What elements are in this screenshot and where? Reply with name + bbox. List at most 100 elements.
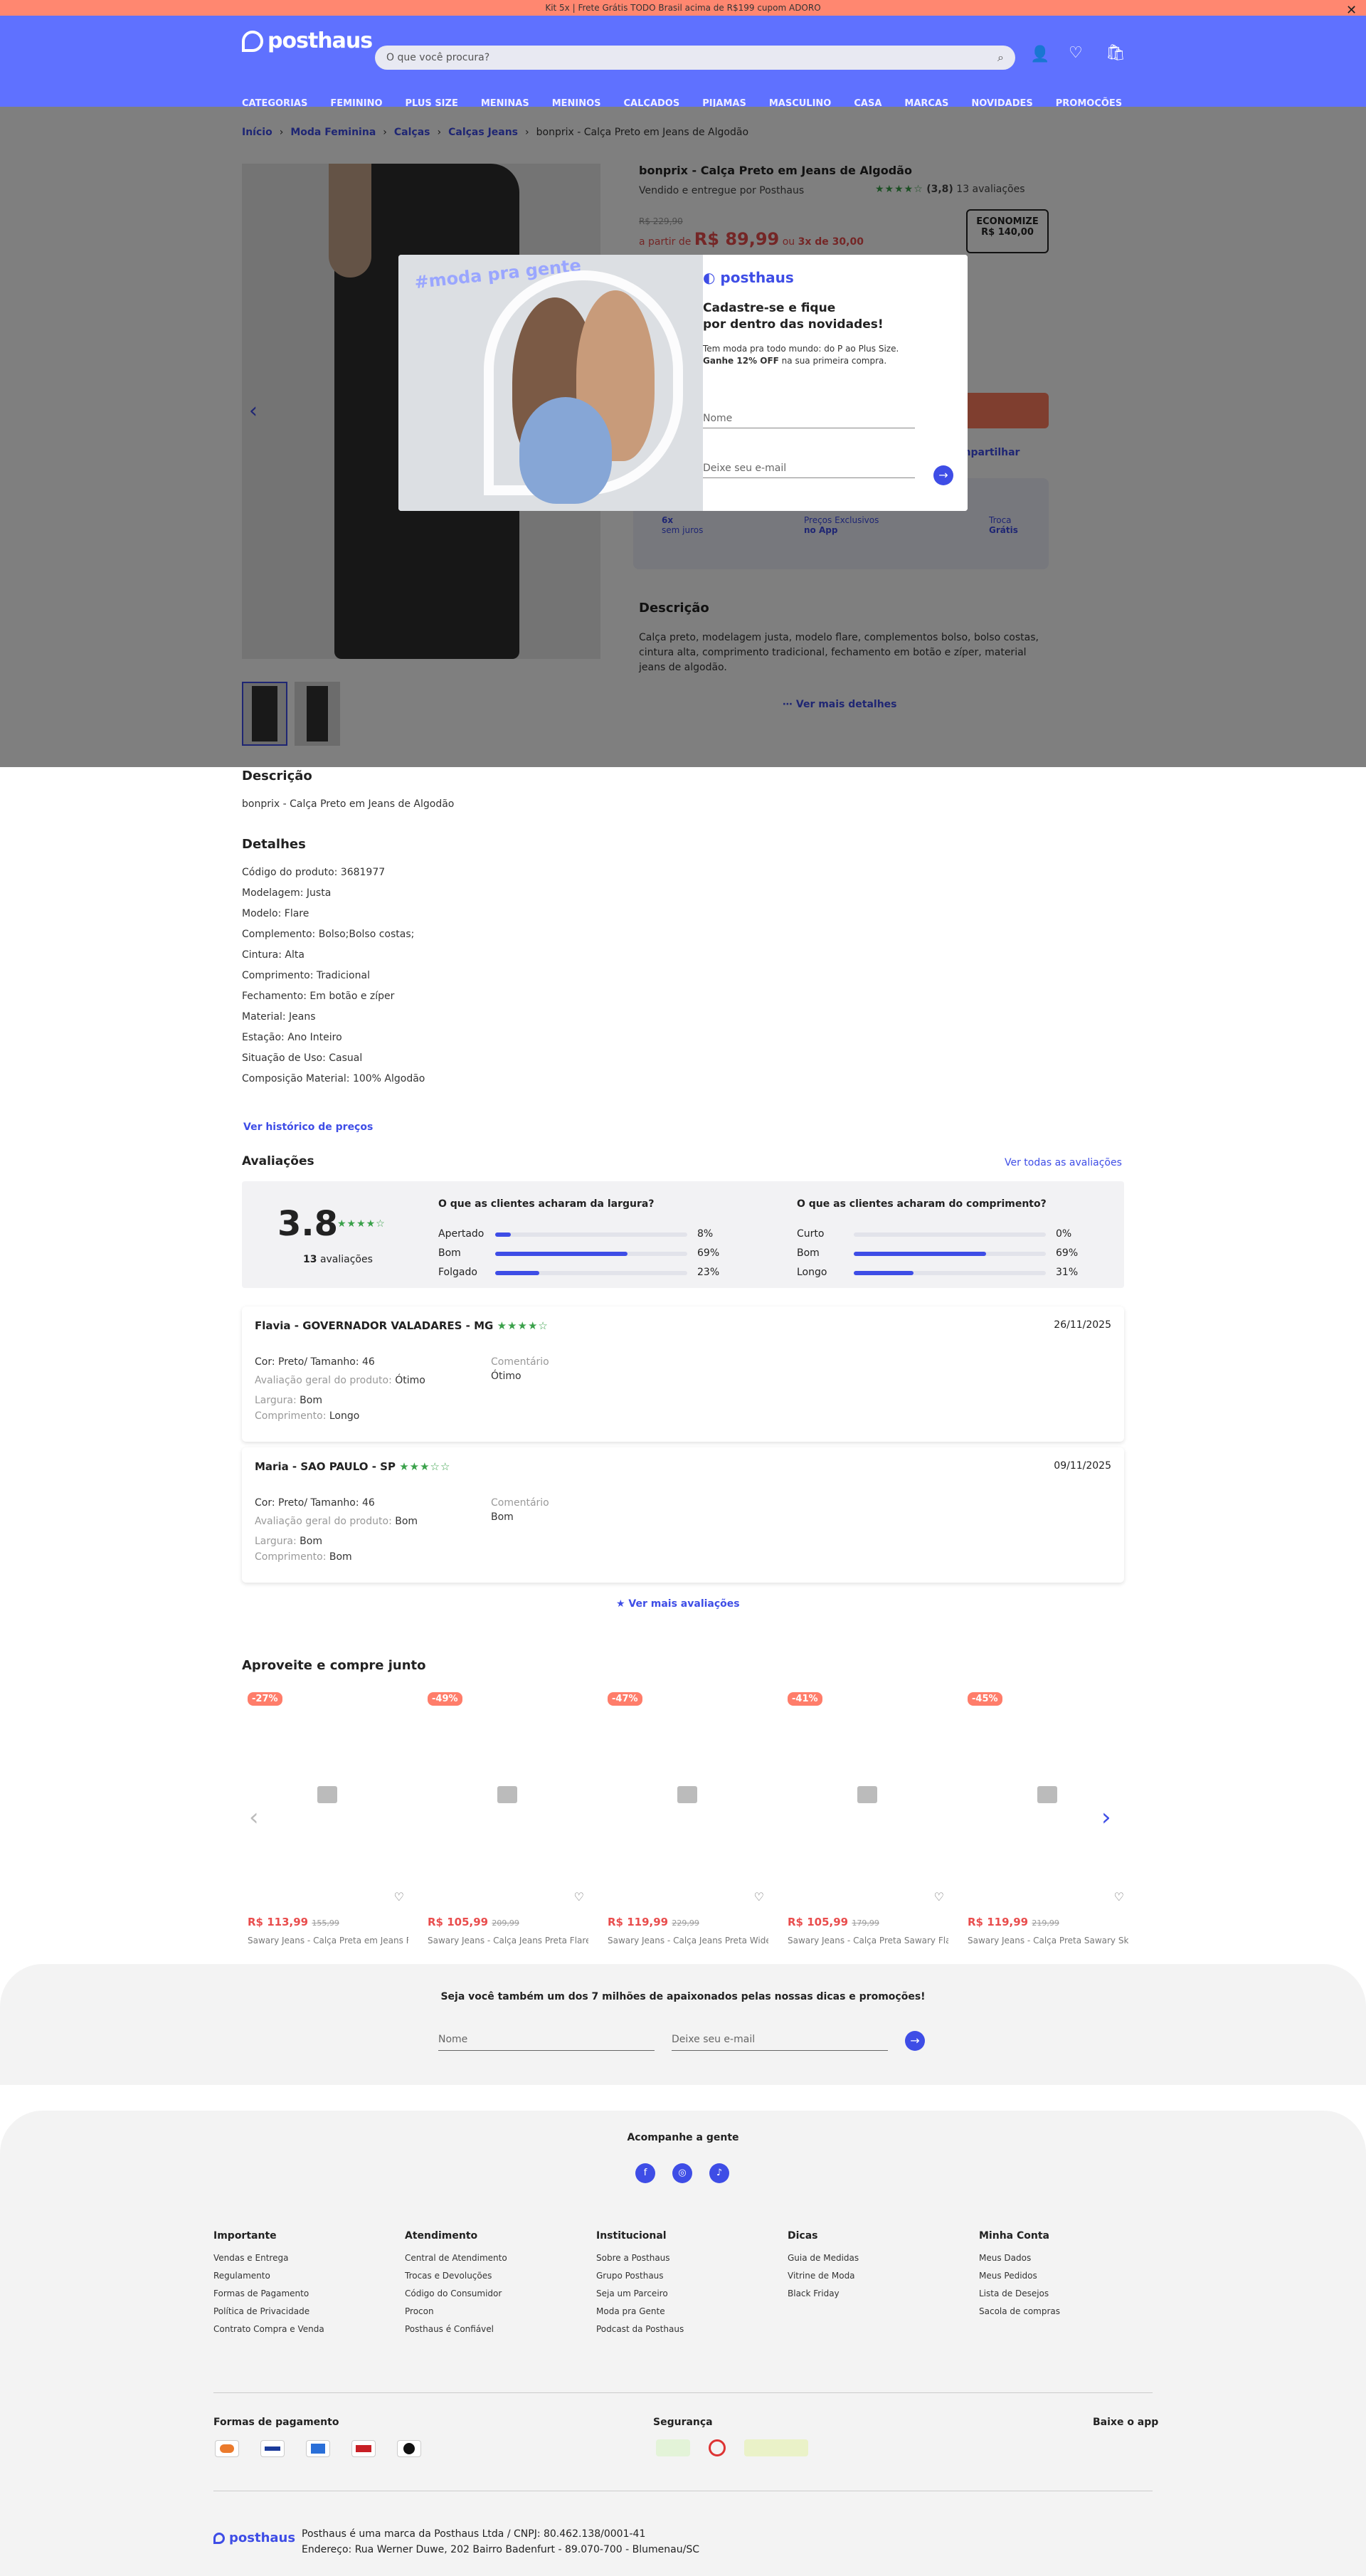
modal-close-icon[interactable]: ✕ [1346,3,1357,18]
newsletter-submit-button[interactable]: → [905,2031,925,2051]
card-old-price: 219,99 [1032,1918,1059,1928]
site-logo[interactable]: posthaus [242,28,373,53]
bag-icon[interactable]: 🛍 [1106,44,1126,62]
footer-link[interactable]: Procon [405,2306,507,2316]
product-card-image[interactable] [962,1686,1133,1907]
footer-link[interactable]: Formas de Pagamento [213,2289,324,2298]
product-card-image[interactable] [242,1686,413,1907]
width-pct: 8% [697,1228,714,1240]
footer-link[interactable]: Contrato Compra e Venda [213,2324,324,2334]
tiktok-icon[interactable]: ♪ [709,2163,729,2183]
product-card-name[interactable]: Sawary Jeans - Calça Jeans Preta Wide [608,1936,768,1946]
footer-link[interactable]: Meus Pedidos [979,2271,1060,2281]
width-label: Folgado [438,1267,477,1278]
more-reviews-link[interactable]: ★ Ver mais avaliações [616,1598,740,1610]
footer-column-title: Importante [213,2230,277,2242]
product-card-name[interactable]: Sawary Jeans - Calça Preta Sawary Skinny [968,1936,1128,1946]
logo-mark-icon [242,30,263,52]
modal-name-input[interactable]: Nome [703,406,915,428]
wishlist-heart-icon[interactable]: ♡ [574,1890,584,1904]
footer-column-title: Atendimento [405,2230,478,2242]
product-card-name[interactable]: Sawary Jeans - Calça Preta em Jeans Flar… [248,1936,408,1946]
image-placeholder-icon [317,1786,337,1803]
modal-submit-button[interactable]: → [933,465,953,485]
signup-modal: #moda pra gente ◐ posthaus Cadastre-se e… [398,255,968,511]
wishlist-heart-icon[interactable]: ♡ [754,1890,764,1904]
footer-link[interactable]: Posthaus é Confiável [405,2324,507,2334]
footer-logo[interactable]: posthaus [213,2530,295,2545]
wishlist-heart-icon[interactable]: ♡ [934,1890,944,1904]
length-pct: 31% [1056,1267,1079,1278]
newsletter-email-input[interactable]: Deixe seu e-mail [672,2029,888,2051]
review-length: Comprimento: Longo [255,1410,359,1422]
price-history-link[interactable]: Ver histórico de preços [243,1121,373,1133]
search-input[interactable]: O que você procura? [386,52,997,63]
footer-link[interactable]: Seja um Parceiro [596,2289,684,2298]
detail-item: Situação de Uso: Casual [242,1052,363,1064]
product-card-image[interactable] [422,1686,593,1907]
product-card[interactable]: -41% ♡ R$ 105,99 179,99 Sawary Jeans - Calç… [782,1686,953,1957]
review-card: Flavia - GOVERNADOR VALADARES - MG ★★★★☆… [242,1307,1124,1442]
wishlist-heart-icon[interactable]: ♡ [1114,1890,1124,1904]
card-old-price: 209,99 [492,1918,519,1928]
search-bar[interactable]: O que você procura? ⌕ [375,46,1015,70]
footer-link[interactable]: Black Friday [788,2289,859,2298]
product-card-image[interactable] [602,1686,773,1907]
see-all-reviews-link[interactable]: Ver todas as avaliações [1005,1157,1122,1168]
length-pct: 69% [1056,1247,1079,1259]
footer-link[interactable]: Política de Privacidade [213,2306,324,2316]
detail-item: Comprimento: Tradicional [242,970,370,981]
modal-email-input[interactable]: Deixe seu e-mail [703,455,915,478]
footer-link[interactable]: Regulamento [213,2271,324,2281]
product-card-name[interactable]: Sawary Jeans - Calça Jeans Preta Flare [428,1936,588,1946]
product-card-name[interactable]: Sawary Jeans - Calça Preta Sawary Flare [788,1936,948,1946]
detail-item: Modelagem: Justa [242,887,332,899]
footer-link[interactable]: Trocas e Devoluções [405,2271,507,2281]
product-card[interactable]: -47% ♡ R$ 119,99 229,99 Sawary Jeans - Calç… [602,1686,773,1957]
amex-icon [306,2440,330,2457]
footer-link[interactable]: Vendas e Entrega [213,2253,324,2263]
rating-count-label: avaliações [319,1254,373,1265]
review-overall-value: Bom [395,1516,418,1527]
footer-link[interactable]: Central de Atendimento [405,2253,507,2263]
review-overall: Avaliação geral do produto: Bom [255,1516,418,1527]
footer-link[interactable]: Guia de Medidas [788,2253,859,2263]
carousel-prev-arrow-icon[interactable]: ‹ [249,1803,259,1832]
user-icon[interactable]: 👤 [1030,46,1049,63]
newsletter-name-input[interactable]: Nome [438,2029,655,2051]
product-card-price: R$ 113,99 155,99 [248,1916,339,1928]
security-title: Segurança [653,2417,713,2428]
footer-link[interactable]: Grupo Posthaus [596,2271,684,2281]
footer-link[interactable]: Podcast da Posthaus [596,2324,684,2334]
footer-link[interactable]: Lista de Desejos [979,2289,1060,2298]
visa-icon [260,2440,285,2457]
footer-link[interactable]: Moda pra Gente [596,2306,684,2316]
footer-link[interactable]: Meus Dados [979,2253,1060,2263]
review-stars-icon: ★★★★☆ [497,1319,549,1332]
product-card[interactable]: -49% ♡ R$ 105,99 209,99 Sawary Jeans - Calç… [422,1686,593,1957]
elo-icon [397,2440,421,2457]
product-card[interactable]: -27% ♡ R$ 113,99 155,99 Sawary Jeans - Calç… [242,1686,413,1957]
product-card-image[interactable] [782,1686,953,1907]
wishlist-heart-icon[interactable]: ♡ [394,1890,404,1904]
width-pct: 69% [697,1247,720,1259]
footer-link[interactable]: Vitrine de Moda [788,2271,859,2281]
footer-link[interactable]: Sobre a Posthaus [596,2253,684,2263]
detail-item: Estação: Ano Inteiro [242,1032,342,1043]
review-width-label: Largura: [255,1536,297,1547]
detail-item: Material: Jeans [242,1011,316,1023]
footer-link[interactable]: Sacola de compras [979,2306,1060,2316]
review-length-label: Comprimento: [255,1410,327,1422]
review-author: Maria - SAO PAULO - SP ★★★☆☆ [255,1460,450,1473]
width-title: O que as clientes acharam da largura? [438,1198,655,1210]
review-length: Comprimento: Bom [255,1551,352,1563]
heart-icon[interactable]: ♡ [1069,44,1083,62]
search-icon[interactable]: ⌕ [997,51,1004,65]
product-card-price: R$ 105,99 209,99 [428,1916,519,1928]
facebook-icon[interactable]: f [635,2163,655,2183]
carousel-next-arrow-icon[interactable]: › [1101,1803,1111,1832]
instagram-icon[interactable]: ◎ [672,2163,692,2183]
width-bar [495,1232,687,1237]
review-length-label: Comprimento: [255,1551,327,1563]
footer-link[interactable]: Código do Consumidor [405,2289,507,2298]
